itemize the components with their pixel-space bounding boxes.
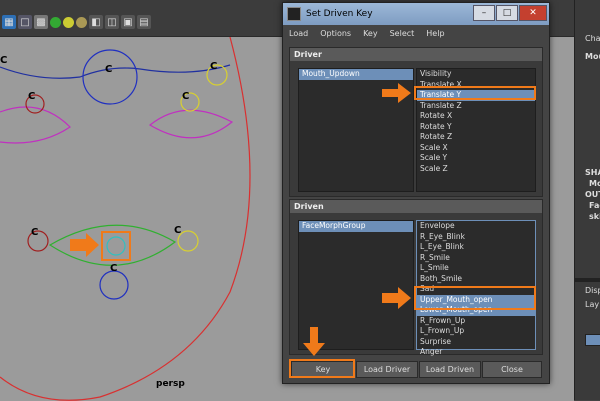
- list-item[interactable]: FaceMorphGroup: [299, 221, 413, 232]
- panel-divider: [575, 278, 600, 282]
- menu-load[interactable]: Load: [289, 29, 308, 38]
- channel-box-panel: Chan Mou SHA Mo OUT Fac ski Disp Lay: [574, 0, 600, 400]
- list-item[interactable]: R_Eye_Blink: [417, 232, 535, 243]
- close-icon[interactable]: ✕: [519, 5, 547, 21]
- list-item[interactable]: Visibility: [417, 69, 535, 80]
- camera-icon[interactable]: ◫: [105, 15, 119, 29]
- list-item[interactable]: Rotate X: [417, 111, 535, 122]
- stack-icon[interactable]: ▤: [137, 15, 151, 29]
- list-item[interactable]: Both_Smile: [417, 274, 535, 285]
- driver-object-list[interactable]: Mouth_Updown: [298, 68, 414, 192]
- list-item[interactable]: R_Smile: [417, 253, 535, 264]
- output-item: ski: [589, 212, 600, 221]
- key-button-highlight: [289, 359, 355, 378]
- list-item[interactable]: L_Eye_Blink: [417, 242, 535, 253]
- output-item: Fac: [589, 201, 600, 210]
- control-label: C: [174, 225, 182, 236]
- load-driven-button[interactable]: Load Driven: [419, 361, 481, 378]
- list-item[interactable]: Rotate Y: [417, 122, 535, 133]
- object-name: Mou: [585, 52, 600, 61]
- shape-item: Mo: [589, 179, 600, 188]
- translate-y-highlight: [414, 86, 536, 100]
- display-tab[interactable]: Disp: [585, 286, 600, 295]
- driven-object-list[interactable]: FaceMorphGroup: [298, 220, 414, 350]
- list-item[interactable]: Rotate Z: [417, 132, 535, 143]
- control-label: C: [0, 55, 8, 66]
- dialog-menubar: Load Options Key Select Help: [283, 25, 549, 41]
- menu-help[interactable]: Help: [426, 29, 444, 38]
- grid-icon[interactable]: ▦: [2, 15, 16, 29]
- control-label: C: [28, 91, 36, 102]
- list-item[interactable]: Envelope: [417, 221, 535, 232]
- control-label: C: [105, 64, 113, 75]
- layers-tab[interactable]: Lay: [585, 300, 599, 309]
- driver-section: Driver Mouth_Updown Visibility Translate…: [289, 47, 543, 197]
- list-item[interactable]: R_Frown_Up: [417, 316, 535, 327]
- shapes-label: SHA: [585, 168, 600, 177]
- dialog-titlebar[interactable]: Set Driven Key – □ ✕: [283, 3, 549, 25]
- maximize-icon[interactable]: □: [496, 5, 518, 21]
- close-button[interactable]: Close: [482, 361, 542, 378]
- right-eye-outline: [148, 109, 234, 139]
- mouth-control-highlight: [101, 231, 131, 261]
- menu-options[interactable]: Options: [320, 29, 351, 38]
- cube-icon[interactable]: ▣: [121, 15, 135, 29]
- viewport-toolstrip: ▦ □ ▩ ◧ ◫ ▣ ▤: [0, 10, 151, 34]
- jaw-control[interactable]: [99, 270, 129, 300]
- checker-icon[interactable]: ▩: [34, 15, 48, 29]
- shaded-sphere-icon[interactable]: [50, 16, 61, 28]
- channels-tab[interactable]: Chan: [585, 34, 600, 43]
- menu-select[interactable]: Select: [390, 29, 415, 38]
- light-sphere-icon[interactable]: [63, 16, 74, 28]
- driven-attribute-list[interactable]: Envelope R_Eye_Blink L_Eye_Blink R_Smile…: [416, 220, 536, 356]
- load-driver-button[interactable]: Load Driver: [356, 361, 418, 378]
- control-label: C: [182, 91, 190, 102]
- list-item[interactable]: L_Frown_Up: [417, 326, 535, 337]
- driven-section: Driven FaceMorphGroup Envelope R_Eye_Bli…: [289, 199, 543, 356]
- driven-header: Driven: [290, 200, 542, 213]
- mouth-updown-control[interactable]: [106, 236, 126, 256]
- arrow-to-mouth-control: [70, 233, 99, 257]
- list-item[interactable]: Anger: [417, 347, 535, 358]
- control-label: C: [110, 263, 118, 274]
- list-item[interactable]: L_Smile: [417, 263, 535, 274]
- menu-key[interactable]: Key: [363, 29, 378, 38]
- list-item[interactable]: Translate Z: [417, 101, 535, 112]
- texture-icon[interactable]: [76, 16, 87, 28]
- layer-swatch[interactable]: [585, 334, 600, 346]
- list-item[interactable]: Mouth_Updown: [299, 69, 413, 80]
- list-item[interactable]: Scale Y: [417, 153, 535, 164]
- set-driven-key-dialog: Set Driven Key – □ ✕ Load Options Key Se…: [282, 2, 550, 384]
- brow-control[interactable]: [82, 49, 138, 105]
- dialog-title: Set Driven Key: [306, 9, 373, 19]
- minimize-icon[interactable]: –: [473, 5, 495, 21]
- brow-curve: [0, 64, 231, 79]
- control-label: C: [210, 61, 218, 72]
- isolate-icon[interactable]: ◧: [89, 15, 103, 29]
- mouth-open-highlight: [414, 286, 536, 310]
- list-item[interactable]: Scale Z: [417, 164, 535, 175]
- driver-header: Driver: [290, 48, 542, 61]
- app-icon: [287, 7, 301, 21]
- camera-label: persp: [156, 379, 185, 389]
- list-item[interactable]: Scale X: [417, 143, 535, 154]
- head-outline: [0, 37, 251, 401]
- outputs-label: OUT: [585, 190, 600, 199]
- list-item[interactable]: Surprise: [417, 337, 535, 348]
- control-label: C: [31, 227, 39, 238]
- wireframe-icon[interactable]: □: [18, 15, 32, 29]
